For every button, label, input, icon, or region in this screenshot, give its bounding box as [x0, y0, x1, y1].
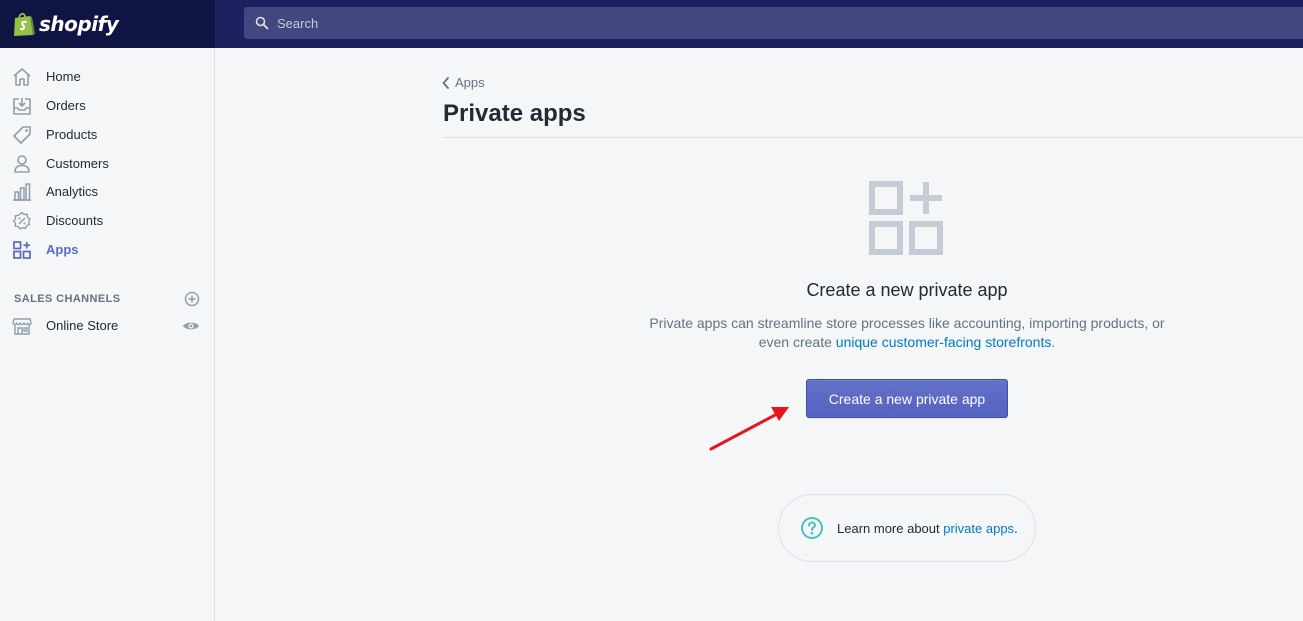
apps-icon — [12, 240, 32, 260]
sidebar-item-analytics[interactable]: Analytics — [0, 177, 214, 206]
sidebar-item-label: Discounts — [46, 213, 104, 228]
discount-icon — [12, 211, 32, 231]
store-icon — [12, 316, 32, 336]
brand-name: shopify — [39, 12, 119, 36]
learn-more-callout: Learn more about private apps. — [778, 494, 1036, 562]
sales-channels-label: SALES CHANNELS — [14, 293, 121, 305]
search-bar[interactable] — [244, 7, 1303, 39]
sidebar-item-label: Products — [46, 127, 98, 142]
title-divider — [443, 137, 1303, 138]
sidebar-item-label: Home — [46, 69, 81, 84]
sidebar-item-online-store[interactable]: Online Store — [0, 311, 214, 340]
shopify-bag-icon — [12, 11, 36, 37]
empty-state-heading: Create a new private app — [806, 280, 1008, 300]
sidebar-item-apps[interactable]: Apps — [0, 235, 214, 264]
page-title: Private apps — [443, 100, 586, 127]
shopify-logo[interactable]: shopify — [0, 0, 215, 48]
learn-more-text: Learn more about private apps. — [837, 521, 1018, 536]
empty-state-description: Private apps can streamline store proces… — [643, 314, 1171, 352]
sidebar-item-label: Online Store — [46, 318, 119, 333]
sidebar-item-label: Customers — [46, 156, 109, 171]
search-input[interactable] — [277, 15, 877, 31]
top-bar: shopify — [0, 0, 1303, 48]
sidebar-item-orders[interactable]: Orders — [0, 91, 214, 120]
eye-icon[interactable] — [182, 317, 200, 335]
create-private-app-button[interactable]: Create a new private app — [806, 379, 1008, 418]
sidebar-item-home[interactable]: Home — [0, 62, 214, 91]
sidebar-item-label: Apps — [46, 242, 79, 257]
sidebar-item-label: Orders — [46, 98, 86, 113]
orders-icon — [12, 96, 32, 116]
sidebar: Home Orders Products Customers Analytics… — [0, 48, 215, 621]
learn-more-prefix: Learn more about — [837, 520, 944, 536]
sidebar-item-discounts[interactable]: Discounts — [0, 206, 214, 235]
red-arrow-annotation — [709, 407, 789, 451]
search-icon — [255, 16, 269, 30]
learn-more-suffix: . — [1014, 520, 1018, 536]
breadcrumb[interactable]: Apps — [441, 75, 485, 90]
chevron-left-icon — [441, 76, 451, 90]
empty-state-desc-suffix: . — [1051, 334, 1056, 350]
add-sales-channel-button[interactable] — [184, 291, 200, 307]
sales-channels-header: SALES CHANNELS — [14, 291, 200, 307]
breadcrumb-link-apps[interactable]: Apps — [455, 75, 485, 90]
apps-illustration-icon — [866, 178, 948, 260]
person-icon — [12, 154, 32, 174]
sidebar-item-label: Analytics — [46, 184, 99, 199]
sidebar-item-customers[interactable]: Customers — [0, 149, 214, 178]
sidebar-item-products[interactable]: Products — [0, 120, 214, 149]
plus-circle-icon — [184, 291, 200, 307]
storefronts-link[interactable]: unique customer-facing storefronts — [836, 334, 1052, 350]
private-apps-link[interactable]: private apps — [943, 521, 1014, 536]
tag-icon — [12, 125, 32, 145]
bar-chart-icon — [12, 182, 32, 202]
home-icon — [12, 67, 32, 87]
help-circle-icon — [800, 516, 824, 540]
